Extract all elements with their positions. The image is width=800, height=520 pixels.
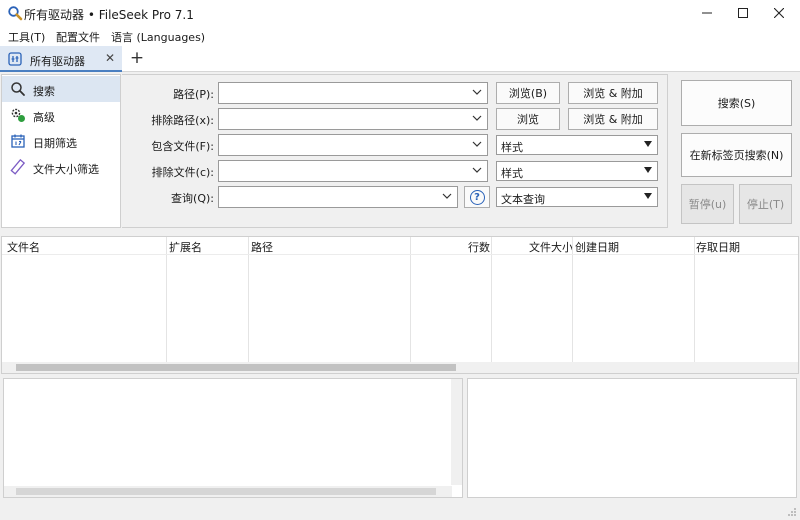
query-type-value: 文本查询 [501,193,545,206]
sidebar-item-date-filter[interactable]: 日期筛选 [2,128,120,154]
browse-exclude-button[interactable]: 浏览 [496,108,560,130]
exclude-files-label: 排除文件(c): [151,166,214,179]
column-divider [166,237,167,362]
chevron-down-icon[interactable] [472,139,482,149]
exclude-path-combo[interactable] [218,108,488,130]
sidebar-item-size-filter[interactable]: 文件大小筛选 [2,154,120,180]
stop-button[interactable]: 停止(T) [739,184,792,224]
preview-pane-left [3,378,463,498]
include-style-value: 样式 [501,141,523,154]
sidebar-item-label: 日期筛选 [33,137,77,150]
path-label: 路径(P): [173,88,214,101]
sidebar: 搜索 高级 日期筛选 文件大小筛选 [1,74,121,228]
tab-strip: 所有驱动器 ✕ + [0,46,800,72]
header-divider [2,254,798,255]
tab-close-icon[interactable]: ✕ [105,51,115,65]
tab-all-drives[interactable]: 所有驱动器 ✕ [0,46,122,72]
window-title: 所有驱动器 • FileSeek Pro 7.1 [24,8,194,22]
tab-label: 所有驱动器 [30,55,85,68]
column-divider [694,237,695,362]
include-files-label: 包含文件(F): [151,140,214,153]
dropdown-arrow-icon [644,167,652,173]
column-divider [410,237,411,362]
column-header-extension[interactable]: 扩展名 [169,239,202,255]
status-bar [0,502,800,520]
chevron-down-icon[interactable] [472,113,482,123]
preview-horizontal-scrollbar[interactable] [4,486,452,497]
column-header-accessed[interactable]: 存取日期 [696,239,740,255]
browse-append-exclude-button[interactable]: 浏览 & 附加 [568,108,658,130]
menu-language[interactable]: 语言 (Languages) [111,29,205,45]
column-header-lines[interactable]: 行数 [468,239,490,255]
pause-button[interactable]: 暂停(u) [681,184,734,224]
menu-config[interactable]: 配置文件 [56,29,100,45]
sidebar-item-label: 搜索 [33,85,55,98]
search-button[interactable]: 搜索(S) [681,80,792,126]
browse-append-button[interactable]: 浏览 & 附加 [568,82,658,104]
sidebar-item-search[interactable]: 搜索 [2,76,120,102]
calendar-icon [10,133,26,149]
ruler-icon [10,159,26,175]
exclude-style-dropdown[interactable]: 样式 [496,161,658,181]
column-header-size[interactable]: 文件大小 [529,239,573,255]
menu-bar: 工具(T) 配置文件 语言 (Languages) [0,26,800,46]
exclude-style-value: 样式 [501,167,523,180]
exclude-files-combo[interactable] [218,160,488,182]
browse-b-button[interactable]: 浏览(B) [496,82,560,104]
search-tab-icon [8,52,22,66]
chevron-down-icon[interactable] [442,191,452,201]
close-window-button[interactable] [762,0,796,26]
query-combo[interactable] [218,186,458,208]
maximize-button[interactable] [726,0,760,26]
results-horizontal-scrollbar[interactable] [2,362,798,373]
dropdown-arrow-icon [644,141,652,147]
search-new-tab-button[interactable]: 在新标签页搜索(N) [681,133,792,177]
column-divider [572,237,573,362]
include-style-dropdown[interactable]: 样式 [496,135,658,155]
advanced-gears-icon [10,107,26,123]
query-label: 查询(Q): [171,192,214,205]
preview-vertical-scrollbar[interactable] [451,379,462,485]
column-header-filename[interactable]: 文件名 [7,239,40,255]
sidebar-item-label: 文件大小筛选 [33,163,99,176]
menu-tools[interactable]: 工具(T) [8,29,45,45]
exclude-path-label: 排除路径(x): [151,114,214,127]
preview-pane-right [467,378,797,498]
sidebar-item-advanced[interactable]: 高级 [2,102,120,128]
sidebar-item-label: 高级 [33,111,55,124]
column-header-created[interactable]: 创建日期 [575,239,619,255]
title-bar: 所有驱动器 • FileSeek Pro 7.1 [0,0,800,26]
magnifier-icon [7,5,23,21]
results-table: 文件名 扩展名 路径 行数 文件大小 创建日期 存取日期 [1,236,799,374]
chevron-down-icon[interactable] [472,87,482,97]
column-divider [248,237,249,362]
search-form-panel: 路径(P): 浏览(B) 浏览 & 附加 排除路径(x): 浏览 浏览 & 附加… [122,74,668,228]
include-files-combo[interactable] [218,134,488,156]
column-divider [491,237,492,362]
column-header-path[interactable]: 路径 [251,239,273,255]
add-tab-button[interactable]: + [127,48,147,70]
search-icon [10,81,26,97]
minimize-button[interactable] [690,0,724,26]
query-type-dropdown[interactable]: 文本查询 [496,187,658,207]
scrollbar-thumb[interactable] [16,364,456,371]
help-icon: ? [469,189,485,205]
dropdown-arrow-icon [644,193,652,199]
chevron-down-icon[interactable] [472,165,482,175]
scrollbar-thumb[interactable] [16,488,436,495]
query-help-button[interactable]: ? [464,186,490,208]
resize-grip-icon[interactable] [787,507,797,517]
path-combo[interactable] [218,82,488,104]
